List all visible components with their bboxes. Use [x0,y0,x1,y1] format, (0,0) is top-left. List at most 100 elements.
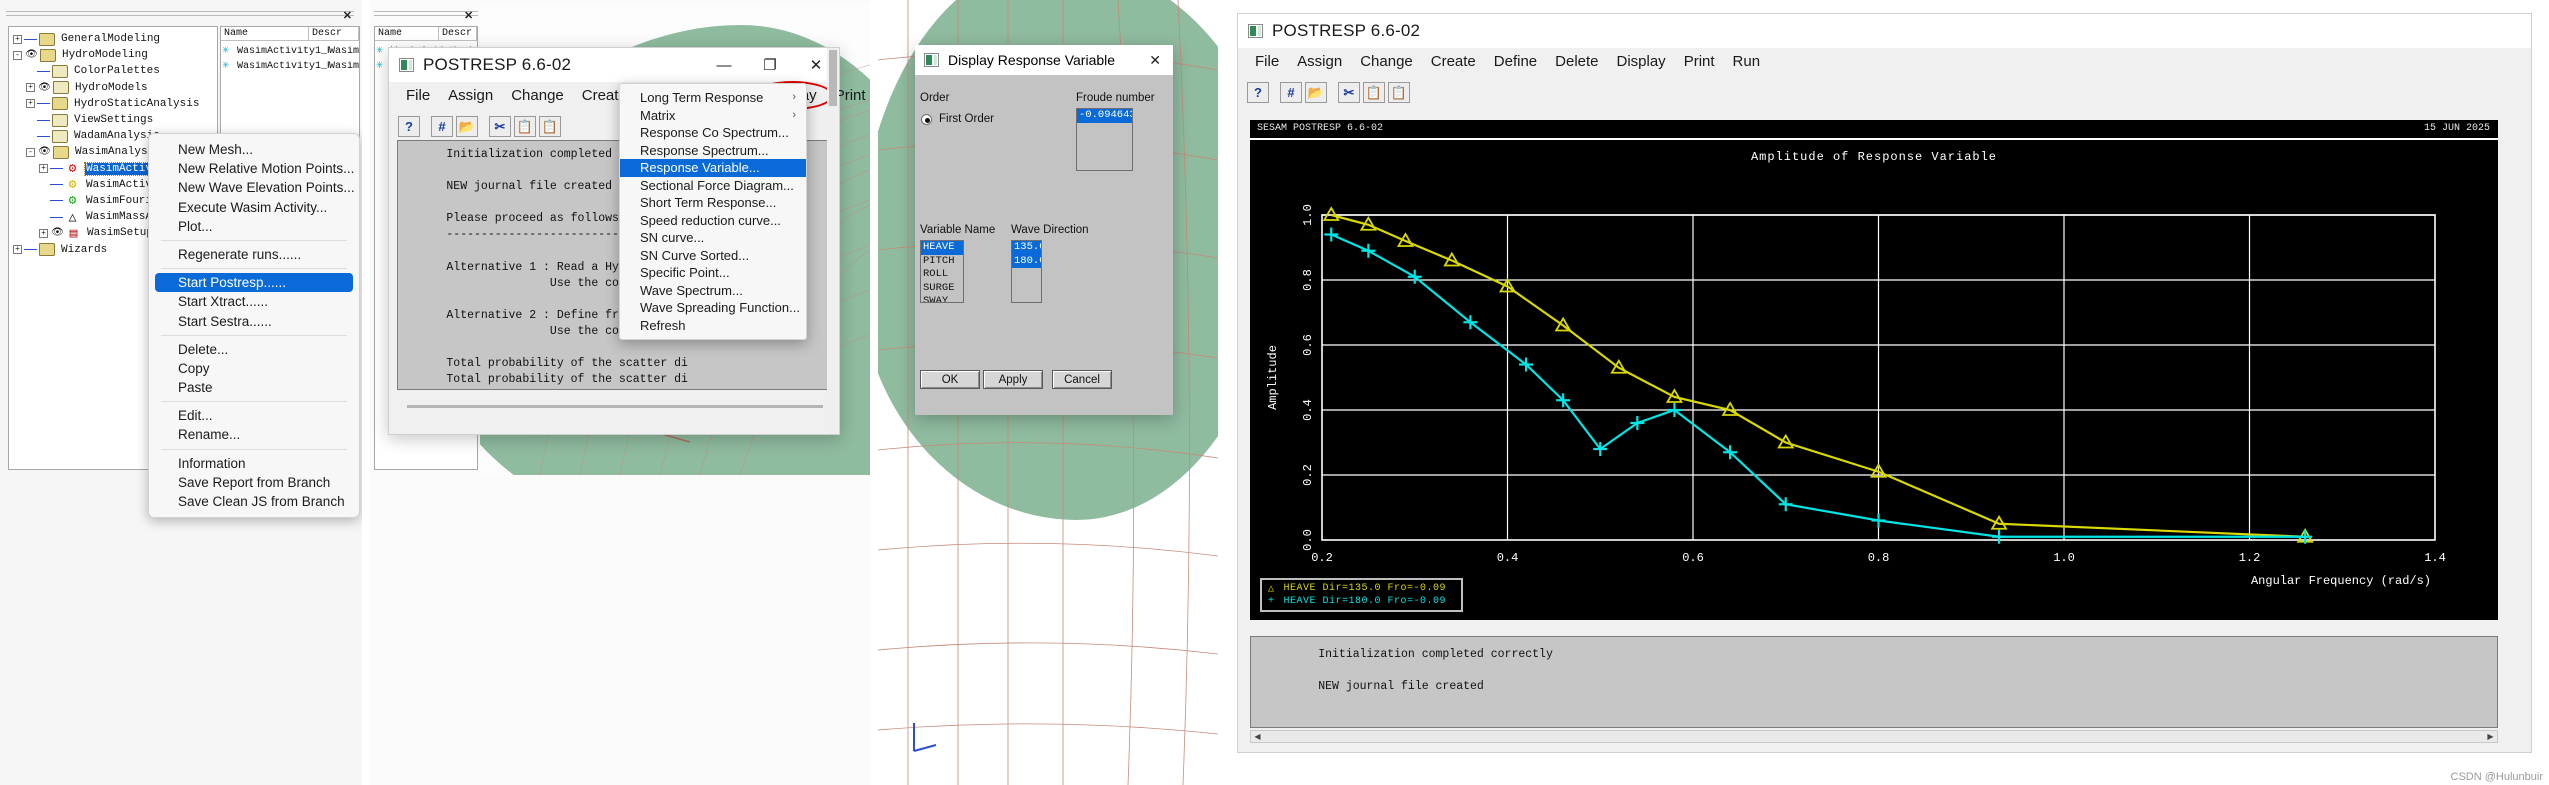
list-item[interactable]: HEAVE [921,241,963,255]
drv-close-icon[interactable]: ✕ [1137,52,1173,69]
menu-assign[interactable]: Assign [439,85,502,106]
help-icon[interactable]: ? [398,116,420,137]
cut-icon[interactable]: ✂ [1338,82,1360,103]
table-row[interactable]: WasimActivity1_Run1Wasim [221,42,359,59]
paste-icon[interactable]: 📋 [1388,82,1410,103]
context-menu-item-start-sestra[interactable]: Start Sestra...... [149,312,359,331]
maximize-button[interactable]: ❐ [747,48,793,82]
display-menu-item-response-co-spectrum[interactable]: Response Co Spectrum... [620,124,806,142]
postresp-vscrollbar[interactable] [827,48,839,434]
context-menu-item-delete[interactable]: Delete... [149,340,359,359]
tree-context-menu[interactable]: New Mesh... New Relative Motion Points...… [148,133,360,519]
drv-titlebar[interactable]: Display Response Variable ✕ [915,45,1173,75]
display-menu-item-wave-spectrum[interactable]: Wave Spectrum... [620,282,806,300]
eye-icon[interactable]: 👁 [37,82,52,94]
expander-icon[interactable]: + [26,99,35,109]
ok-button[interactable]: OK [920,370,980,389]
plot-toolbar[interactable]: ? # 📂 ✂ 📋 📋 [1238,78,2531,109]
paste-icon[interactable]: 📋 [539,116,561,137]
context-menu-item-new-relative-motion-points[interactable]: New Relative Motion Points... [149,159,359,178]
help-icon[interactable]: ? [1247,82,1269,103]
plot-menubar[interactable]: File Assign Change Create Define Delete Displa… [1238,48,2531,78]
variable-listbox[interactable]: HEAVEPITCHROLLSURGESWAYYAW [920,240,964,303]
tree-node-hydrostaticanalysis[interactable]: + HydroStaticAnalysis [13,96,214,112]
list-item[interactable]: -0.0946438 [1077,109,1132,123]
display-menu-item-sectional-force-diagram[interactable]: Sectional Force Diagram... [620,177,806,195]
context-menu-item-edit[interactable]: Edit... [149,406,359,425]
panel1-close-icon[interactable]: ✕ [343,9,352,22]
menu-create[interactable]: Create [1422,51,1485,72]
expander-icon[interactable]: + [39,228,48,238]
display-menu-item-short-term-response[interactable]: Short Term Response... [620,194,806,212]
display-menu-item-sn-curve-sorted[interactable]: SN Curve Sorted... [620,247,806,265]
list-item[interactable]: ROLL [921,268,963,282]
context-menu-item-save-report-from-branch[interactable]: Save Report from Branch [149,473,359,492]
list-item[interactable]: SURGE [921,282,963,296]
menu-define[interactable]: Define [1485,51,1546,72]
menu-change[interactable]: Change [502,85,573,106]
tree-node-generalmodeling[interactable]: + GeneralModeling [13,31,214,47]
context-menu-item-paste[interactable]: Paste [149,378,359,397]
scroll-right-icon[interactable]: ▶ [2484,731,2497,742]
eye-icon[interactable]: 👁 [50,227,65,239]
expander-icon[interactable]: + [13,34,22,44]
display-menu-item-response-variable[interactable]: Response Variable... [620,159,806,177]
list-item[interactable]: 180.0 [1012,254,1041,268]
open-folder-icon[interactable]: 📂 [1305,82,1327,103]
context-menu-item-copy[interactable]: Copy [149,359,359,378]
tree-node-colorpalettes[interactable]: ColorPalettes [13,63,214,79]
expander-icon[interactable]: + [26,83,35,93]
context-menu-item-new-wave-elevation-points[interactable]: New Wave Elevation Points... [149,178,359,197]
table-row[interactable]: WasimActivity1_Run2Wasim [221,57,359,74]
display-menu-item-sn-curve[interactable]: SN curve... [620,229,806,247]
context-menu-item-rename[interactable]: Rename... [149,425,359,444]
postresp-titlebar[interactable]: POSTRESP 6.6-02 — ❐ ✕ [389,48,839,82]
display-dropdown-menu[interactable]: Long Term Response › Matrix › Response Co Sp… [619,83,807,340]
tree-node-hydromodels[interactable]: + 👁 HydroModels [13,80,214,96]
menu-display[interactable]: Display [1608,51,1675,72]
menu-run[interactable]: Run [1724,51,1770,72]
hash-icon[interactable]: # [431,116,453,137]
list-item[interactable]: SWAY [921,295,963,302]
display-menu-item-long-term-response[interactable]: Long Term Response › [620,89,806,107]
expander-icon[interactable]: - [26,147,35,157]
list-item[interactable]: PITCH [921,255,963,269]
copy-icon[interactable]: 📋 [514,116,536,137]
context-menu-item-start-xtract[interactable]: Start Xtract...... [149,292,359,311]
tree-node-viewsettings[interactable]: ViewSettings [13,112,214,128]
context-menu-item-start-postresp[interactable]: Start Postresp...... [155,273,353,293]
eye-icon[interactable]: 👁 [37,146,52,158]
apply-button[interactable]: Apply [983,370,1043,389]
menu-file[interactable]: File [397,85,439,106]
display-menu-item-wave-spreading-function[interactable]: Wave Spreading Function... [620,299,806,317]
display-menu-item-response-spectrum[interactable]: Response Spectrum... [620,142,806,160]
context-menu-item-save-clean-js-from-branch[interactable]: Save Clean JS from Branch [149,492,359,511]
menu-print[interactable]: Print [1675,51,1724,72]
menu-change[interactable]: Change [1351,51,1422,72]
display-menu-item-matrix[interactable]: Matrix › [620,107,806,125]
copy-icon[interactable]: 📋 [1363,82,1385,103]
menu-delete[interactable]: Delete [1546,51,1607,72]
display-menu-item-refresh[interactable]: Refresh [620,317,806,335]
tree-node-hydromodeling[interactable]: - 👁 HydroModeling [13,47,214,63]
cut-icon[interactable]: ✂ [489,116,511,137]
menu-file[interactable]: File [1246,51,1288,72]
list-item[interactable]: 135.0 [1012,241,1041,255]
expander-icon[interactable]: + [13,245,22,255]
context-menu-item-information[interactable]: Information [149,454,359,473]
hash-icon[interactable]: # [1280,82,1302,103]
panel2-close-icon[interactable]: ✕ [464,9,473,22]
expander-icon[interactable]: + [39,164,48,174]
open-folder-icon[interactable]: 📂 [456,116,478,137]
cancel-button[interactable]: Cancel [1052,370,1112,389]
display-menu-item-specific-point[interactable]: Specific Point... [620,264,806,282]
response-chart[interactable]: SESAM POSTRESP 6.6-02 15 JUN 2025 Amplit… [1250,120,2498,620]
context-menu-item-new-mesh[interactable]: New Mesh... [149,140,359,159]
display-menu-item-speed-reduction-curve[interactable]: Speed reduction curve... [620,212,806,230]
plot-hscrollbar[interactable]: ◀ ▶ [1250,730,2498,743]
plot-titlebar[interactable]: POSTRESP 6.6-02 [1238,14,2531,48]
first-order-radio[interactable]: First Order [921,113,994,125]
wave-direction-listbox[interactable]: 135.0180.0 [1011,240,1042,303]
context-menu-item-regenerate-runs[interactable]: Regenerate runs...... [149,245,359,264]
postresp-hscrollbar[interactable] [397,400,833,412]
